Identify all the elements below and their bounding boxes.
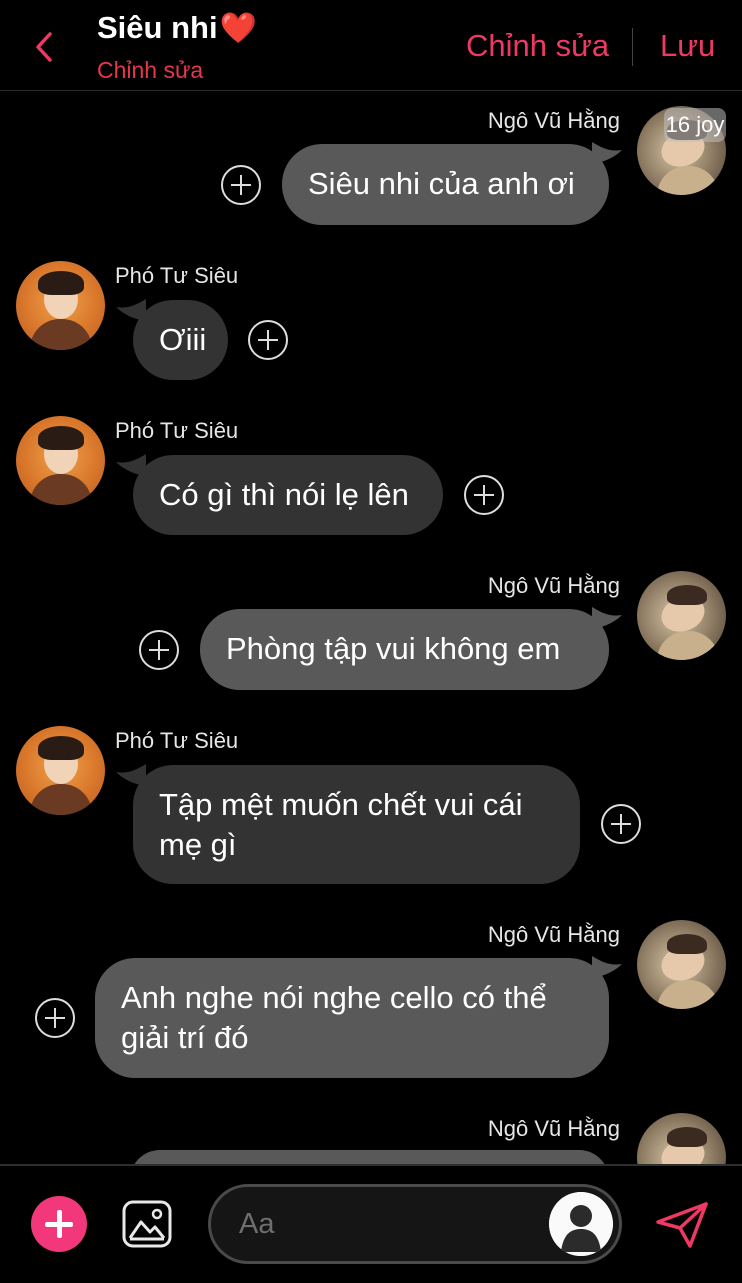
avatar[interactable] <box>637 571 726 660</box>
add-reaction-plus-icon[interactable] <box>221 165 261 205</box>
message-bubble[interactable]: Ơiii <box>133 300 228 380</box>
chat-title-text: Siêu nhi <box>97 10 218 45</box>
avatar[interactable] <box>16 261 105 350</box>
add-reaction-plus-icon[interactable] <box>464 475 504 515</box>
send-icon[interactable] <box>654 1200 710 1250</box>
add-reaction-plus-icon[interactable] <box>601 804 641 844</box>
add-reaction-plus-icon[interactable] <box>139 630 179 670</box>
image-icon[interactable] <box>122 1200 172 1248</box>
sender-name: Ngô Vũ Hằng <box>487 1116 620 1141</box>
sender-name: Phó Tư Siêu <box>115 263 239 288</box>
sender-name: Phó Tư Siêu <box>115 728 239 753</box>
composer-bar <box>0 1164 742 1283</box>
message-input-wrapper <box>208 1184 622 1264</box>
message-bubble[interactable]: Siêu nhi của anh ơi <box>282 144 609 225</box>
sender-name: Ngô Vũ Hằng <box>487 922 620 947</box>
plus-icon[interactable] <box>31 1196 87 1252</box>
heart-icon: ❤️ <box>219 12 257 45</box>
avatar[interactable] <box>16 726 105 815</box>
message-bubble[interactable]: Có gì thì nói lẹ lên <box>133 455 443 535</box>
header-divider <box>632 28 633 66</box>
avatar[interactable] <box>637 920 726 1009</box>
back-chevron-icon[interactable] <box>30 30 60 64</box>
user-avatar-icon[interactable] <box>549 1192 613 1256</box>
chat-title: Siêu nhi❤️ <box>97 10 257 46</box>
sender-name: Ngô Vũ Hằng <box>487 108 620 133</box>
sender-name: Ngô Vũ Hằng <box>487 573 620 598</box>
sender-name: Phó Tư Siêu <box>115 418 239 443</box>
message-input[interactable] <box>237 1203 541 1245</box>
message-bubble[interactable]: Anh nghe nói nghe cello có thể giải trí … <box>95 958 609 1078</box>
avatar[interactable] <box>16 416 105 505</box>
joy-badge: 16 joy <box>664 108 726 142</box>
add-reaction-plus-icon[interactable] <box>248 320 288 360</box>
chat-header: Siêu nhi❤️ Chỉnh sửa Chỉnh sửa Lưu <box>0 0 742 91</box>
edit-button[interactable]: Chỉnh sửa <box>466 28 609 64</box>
add-reaction-plus-icon[interactable] <box>35 998 75 1038</box>
message-bubble[interactable]: Phòng tập vui không em <box>200 609 609 690</box>
save-button[interactable]: Lưu <box>660 28 715 64</box>
chat-subtitle-edit-link[interactable]: Chỉnh sửa <box>97 57 203 84</box>
message-bubble[interactable]: Tập mệt muốn chết vui cái mẹ gì <box>133 765 580 884</box>
